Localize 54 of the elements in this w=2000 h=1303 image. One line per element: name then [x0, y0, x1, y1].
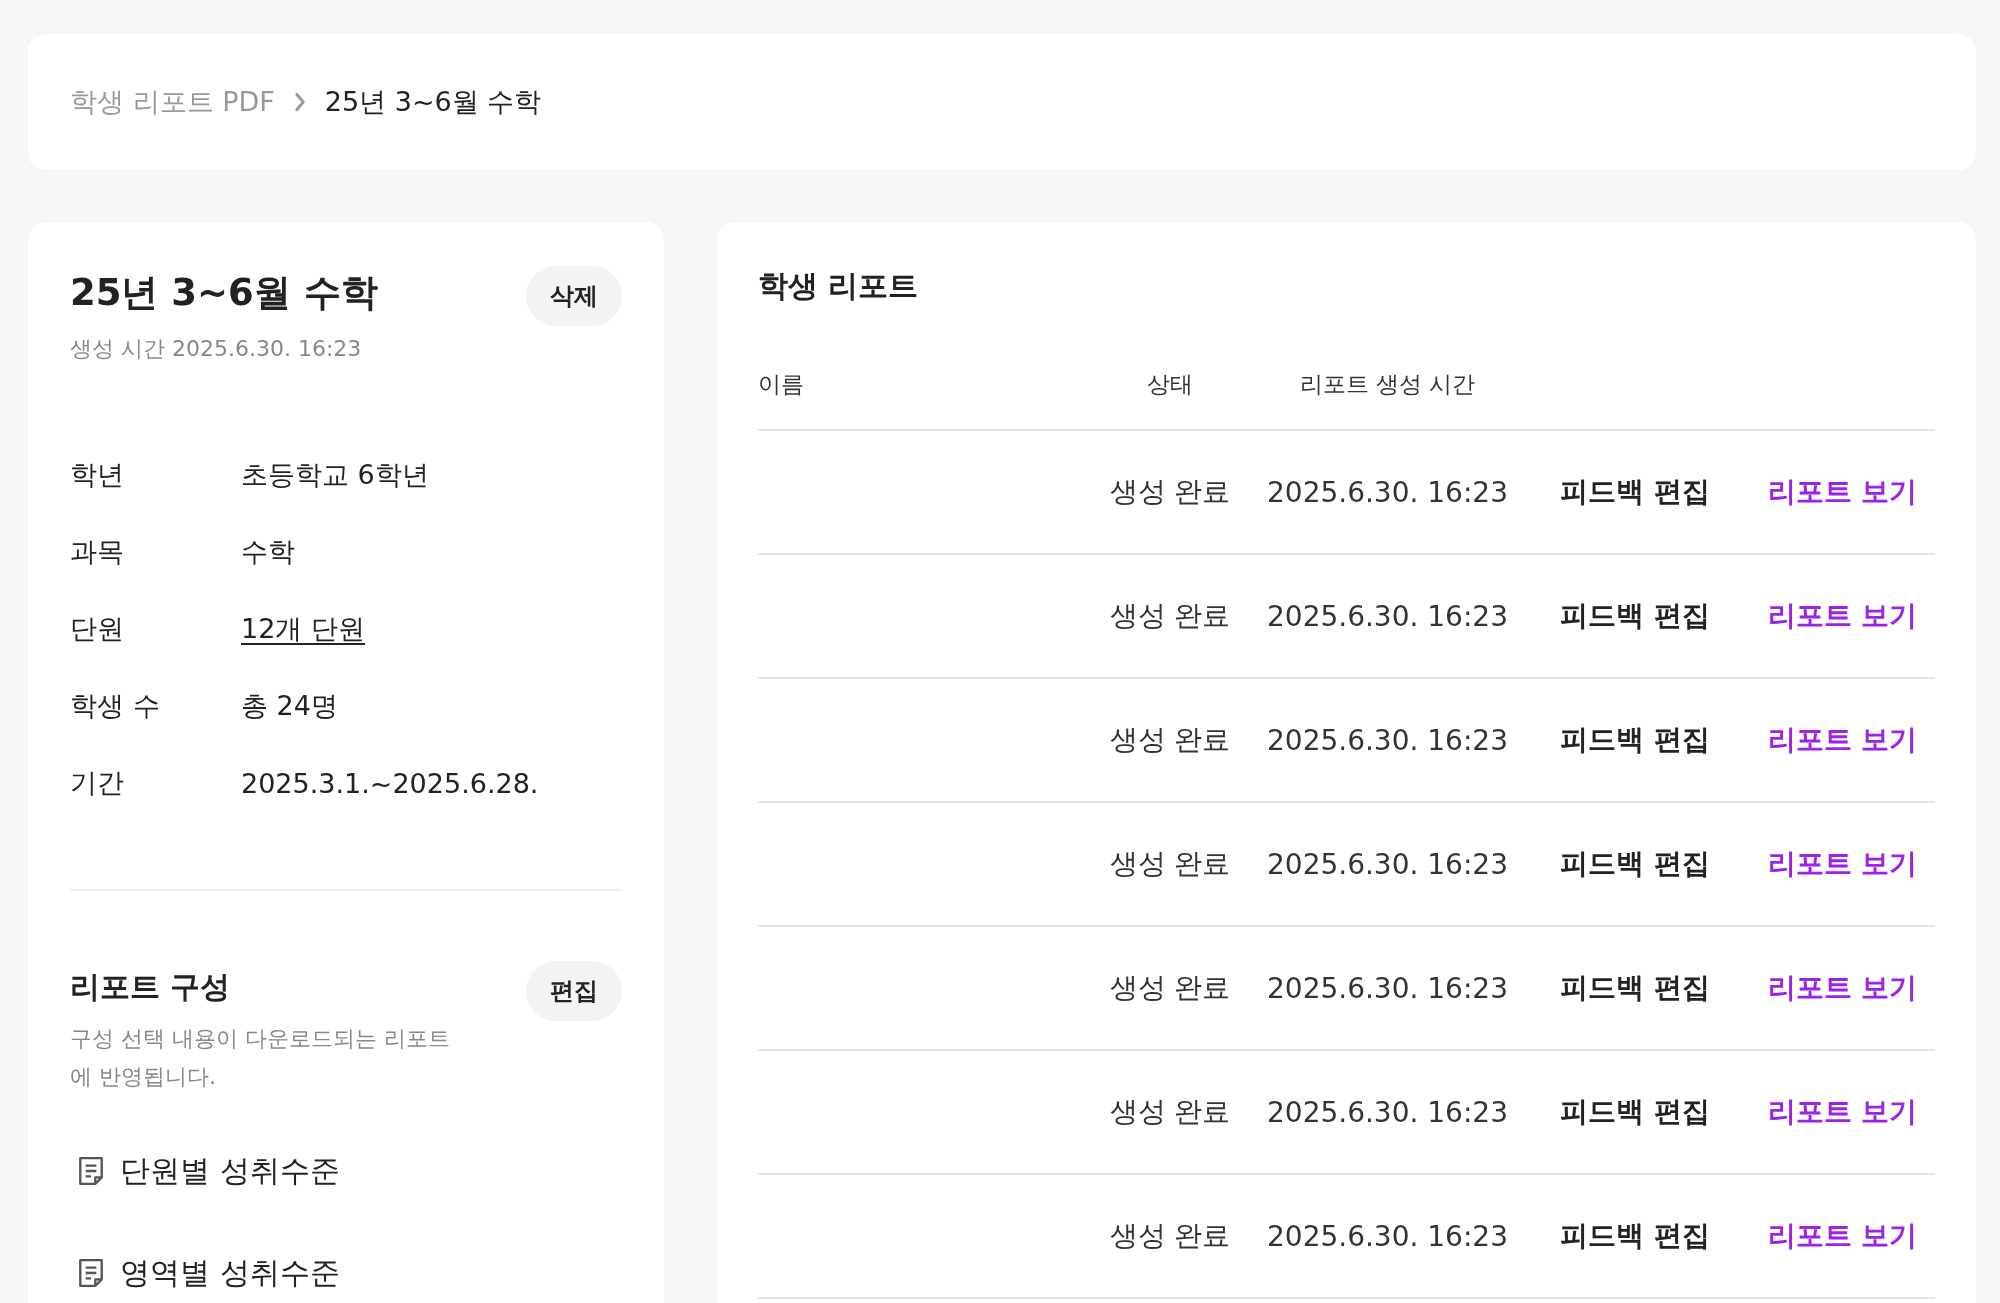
edit-feedback-link[interactable]: 피드백 편집	[1520, 597, 1750, 635]
field-label: 단원	[70, 612, 125, 646]
delete-button[interactable]: 삭제	[526, 266, 622, 326]
units-link[interactable]: 12개 단원	[241, 611, 365, 647]
edit-feedback-link[interactable]: 피드백 편집	[1520, 473, 1750, 511]
edit-feedback-link[interactable]: 피드백 편집	[1520, 969, 1750, 1007]
table-cell-text: 2025.6.30. 16:23	[1266, 1095, 1509, 1129]
field-value: 수학	[241, 535, 295, 569]
edit-feedback-link[interactable]: 피드백 편집	[1520, 1093, 1750, 1131]
breadcrumb-item: 25년 3~6월 수학	[324, 85, 542, 119]
section-item: 영역별 성취수준	[120, 1253, 340, 1292]
table-cell-text: 생성 완료	[1108, 846, 1232, 882]
table-cell-text: 생성 완료	[1108, 970, 1232, 1006]
column-header: 이름	[758, 370, 805, 399]
view-report-link[interactable]: 리포트 보기	[1750, 473, 1935, 511]
section-item: 단원별 성취수준	[120, 1151, 340, 1190]
field-value: 초등학교 6학년	[241, 458, 429, 492]
field-label: 과목	[70, 535, 125, 569]
report-title: 25년 3~6월 수학	[70, 270, 378, 316]
column-header: 상태	[1146, 370, 1194, 399]
table-cell-text: 2025.6.30. 16:23	[1266, 847, 1509, 881]
field-label: 학년	[70, 458, 125, 492]
table-cell-text: 생성 완료	[1108, 1094, 1232, 1130]
view-report-link[interactable]: 리포트 보기	[1750, 1217, 1935, 1255]
field-value: 총 24명	[241, 689, 338, 723]
section-description: 구성 선택 내용이 다운로드되는 리포트에 반영됩니다.	[70, 1025, 451, 1091]
chevron-right-icon	[292, 91, 307, 113]
edit-feedback-link[interactable]: 피드백 편집	[1520, 845, 1750, 883]
panel-title: 학생 리포트	[758, 267, 920, 305]
view-report-link[interactable]: 리포트 보기	[1750, 969, 1935, 1007]
field-label: 학생 수	[70, 689, 161, 723]
table-cell-text: 생성 완료	[1108, 1218, 1232, 1254]
table-cell-text: 2025.6.30. 16:23	[1266, 723, 1509, 757]
view-report-link[interactable]: 리포트 보기	[1750, 721, 1935, 759]
document-icon	[78, 1156, 104, 1186]
table-cell-text: 2025.6.30. 16:23	[1266, 475, 1509, 509]
field-value: 2025.3.1.~2025.6.28.	[241, 767, 539, 799]
edit-feedback-link[interactable]: 피드백 편집	[1520, 1217, 1750, 1255]
table-cell-text: 2025.6.30. 16:23	[1266, 971, 1509, 1005]
table-cell-text: 2025.6.30. 16:23	[1266, 599, 1509, 633]
edit-feedback-link[interactable]: 피드백 편집	[1520, 721, 1750, 759]
table-cell-text: 생성 완료	[1108, 722, 1232, 758]
view-report-link[interactable]: 리포트 보기	[1750, 845, 1935, 883]
edit-button[interactable]: 편집	[526, 961, 622, 1021]
created-time: 생성 시간 2025.6.30. 16:23	[70, 335, 363, 363]
document-icon	[78, 1258, 104, 1288]
column-header: 리포트 생성 시간	[1298, 370, 1477, 399]
table-cell-text: 생성 완료	[1108, 474, 1232, 510]
view-report-link[interactable]: 리포트 보기	[1750, 597, 1935, 635]
table-cell-text: 생성 완료	[1108, 598, 1232, 634]
field-label: 기간	[70, 766, 125, 800]
section-title: 리포트 구성	[70, 968, 232, 1006]
view-report-link[interactable]: 리포트 보기	[1750, 1093, 1935, 1131]
table-cell-text: 2025.6.30. 16:23	[1266, 1219, 1509, 1253]
